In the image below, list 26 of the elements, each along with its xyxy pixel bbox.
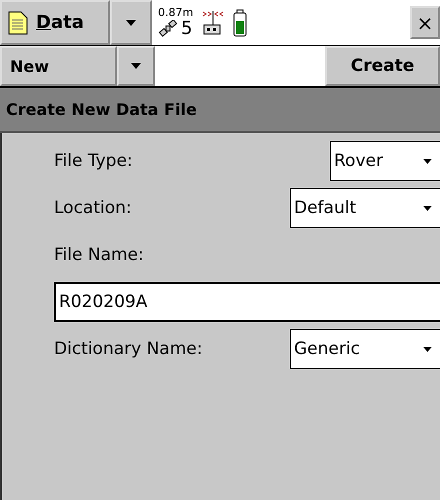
radio-icon [201, 8, 226, 36]
data-menu-button[interactable]: Data [0, 0, 110, 45]
satellite-icon [158, 20, 178, 38]
select-field[interactable]: Rover [330, 141, 440, 181]
caret-icon [423, 206, 432, 210]
field-label: Dictionary Name: [54, 339, 202, 359]
satellite-count: 5 [181, 18, 192, 38]
caret-icon [126, 20, 136, 26]
create-button[interactable]: Create [325, 46, 440, 86]
document-icon [8, 10, 28, 34]
precision-text: 0.87m [158, 6, 194, 18]
new-dropdown[interactable]: New [0, 46, 117, 86]
caret-icon [423, 158, 432, 164]
select-field[interactable]: Default [290, 188, 440, 228]
caret-icon [423, 346, 432, 352]
field-label: Location: [54, 198, 132, 218]
close-button[interactable]: × [410, 6, 440, 39]
caret-icon [131, 63, 141, 69]
file-name-field[interactable]: R020209A [54, 282, 440, 322]
battery-icon [233, 8, 248, 36]
select-field[interactable]: Generic [290, 329, 440, 369]
dropdown-button[interactable] [117, 46, 155, 86]
field-label: File Name: [54, 245, 144, 265]
dropdown-button[interactable] [110, 0, 152, 45]
section-header: Create New Data File [0, 88, 440, 133]
field-label: File Type: [54, 151, 133, 171]
